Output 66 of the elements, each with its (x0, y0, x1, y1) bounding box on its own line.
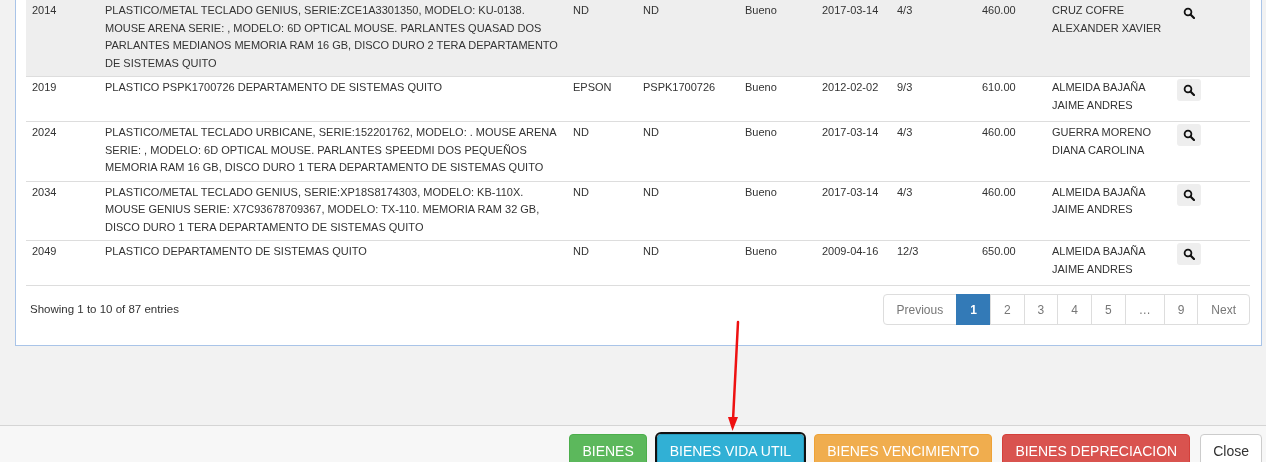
page-button[interactable]: … (1124, 294, 1165, 325)
table-cell: PLASTICO/METAL TECLADO URBICANE, SERIE:152201762, MODELO: . MOUSE ARENA SERIE: , MODELO: 6D OPTICAL MOUSE. PARLANTES SPEEDMI DOS PEQUEÑOS MEMORIA RAM 16 GB, DISCO DURO 1 TERA DEPARTAMENTO DE SISTEMAS QUITO (105, 126, 556, 173)
search-button[interactable] (1177, 79, 1201, 101)
table-cell: 2049 (32, 245, 57, 257)
table-cell: 610.00 (982, 81, 1016, 93)
table-cell: ND (573, 185, 589, 198)
entries-info: Showing 1 to 10 of 87 entries (30, 301, 179, 317)
table-cell: PLASTICO/METAL TECLADO GENIUS, SERIE:XP18S8174303, MODELO: KB-110X. MOUSE GENIUS SERIE: X7C93678709367, MODELO: TX-110. MEMORIA RAM 32 GB, DISCO DURO 1 TERA DEPARTAMENTO DE SISTEMAS QUITO (105, 185, 540, 233)
table-cell: 9/3 (897, 81, 913, 93)
table-cell: CRUZ COFRE ALEXANDER XAVIER (1052, 4, 1162, 34)
table-cell: Bueno (745, 126, 777, 138)
table-cell: Bueno (745, 185, 777, 198)
table-cell: 460.00 (982, 4, 1016, 16)
search-icon (1183, 129, 1195, 141)
table-cell: PLASTICO/METAL TECLADO GENIUS, SERIE:ZCE1A3301350, MODELO: KU-0138. MOUSE ARENA SERIE: , MODELO: 6D OPTICAL MOUSE. PARLANTES QUASAD DOS PARLANTES MEDIANOS MEMORIA RAM 16 GB, DISCO DURO 2 TERA DEPARTAMENTO DE SISTEMAS QUITO (105, 4, 558, 69)
table-cell: 12/3 (897, 245, 919, 257)
footer-button[interactable]: BIENES DEPRECIACION (1002, 434, 1191, 462)
table-cell: PLASTICO PSPK1700726 DEPARTAMENTO DE SISTEMAS QUITO (105, 81, 443, 93)
table-cell: ND (643, 4, 659, 16)
page-button[interactable]: Previous (882, 294, 958, 325)
footer-button[interactable]: Close (1200, 434, 1262, 462)
table-cell: 650.00 (982, 245, 1016, 257)
table-cell: PSPK1700726 (643, 81, 716, 93)
page-button[interactable]: 5 (1090, 294, 1126, 325)
table-cell: Bueno (745, 245, 777, 257)
table-cell: ND (643, 245, 659, 257)
table-cell: GUERRA MORENO DIANA CAROLINA (1052, 126, 1151, 156)
table-cell: ALMEIDA BAJAÑA JAIME ANDRES (1052, 81, 1145, 111)
page-button[interactable]: 2 (989, 294, 1025, 325)
search-button[interactable] (1177, 183, 1201, 206)
footer-button[interactable]: BIENES (569, 434, 647, 462)
table-cell: ND (643, 126, 659, 138)
table-cell: 2017-03-14 (822, 4, 879, 16)
search-button[interactable] (1177, 243, 1201, 265)
table-cell: 2012-02-02 (822, 81, 879, 93)
search-icon (1183, 84, 1195, 96)
table-cell: 2034 (32, 185, 57, 198)
table-cell: 460.00 (982, 126, 1016, 138)
search-button[interactable] (1177, 124, 1201, 146)
table-cell: ND (643, 185, 659, 198)
table-cell: Bueno (745, 4, 777, 16)
table-cell: ND (573, 245, 589, 257)
search-icon (1183, 188, 1195, 201)
search-icon (1183, 7, 1195, 19)
table-cell: ND (573, 4, 589, 16)
search-icon (1183, 248, 1195, 260)
table-cell: 2024 (32, 126, 57, 138)
table-cell: 4/3 (897, 185, 913, 198)
table-cell: PLASTICO DEPARTAMENTO DE SISTEMAS QUITO (105, 245, 367, 257)
table-cell: 2009-04-16 (822, 245, 879, 257)
table-cell: 2017-03-14 (822, 185, 879, 198)
footer-button[interactable]: BIENES VIDA UTIL (656, 434, 805, 462)
table-cell: 2014 (32, 4, 57, 16)
table-cell: Bueno (745, 81, 777, 93)
table-cell: EPSON (573, 81, 612, 93)
table-cell: ALMEIDA BAJAÑA JAIME ANDRES (1052, 185, 1145, 215)
table-cell: 4/3 (897, 4, 913, 16)
page-button[interactable]: 4 (1057, 294, 1092, 325)
page-button[interactable]: 1 (956, 294, 991, 325)
table-cell: 460.00 (982, 185, 1016, 198)
table-cell: ND (573, 126, 589, 138)
table-cell: ALMEIDA BAJAÑA JAIME ANDRES (1052, 245, 1145, 275)
table-cell: 2019 (32, 81, 57, 93)
table-cell: 2017-03-14 (822, 126, 879, 138)
table-cell: 4/3 (897, 126, 913, 138)
page-button[interactable]: Next (1197, 294, 1250, 325)
